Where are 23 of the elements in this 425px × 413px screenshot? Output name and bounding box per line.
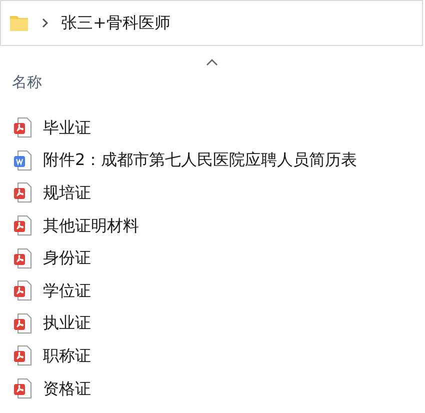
pdf-file-icon bbox=[13, 345, 33, 368]
pdf-file-icon bbox=[13, 280, 33, 302]
pdf-file-icon bbox=[13, 248, 33, 270]
pdf-file-icon bbox=[13, 117, 33, 140]
file-name[interactable]: 附件2：成都市第七人民医院应聘人员简历表 bbox=[43, 150, 358, 172]
file-name[interactable]: 其他证明材料 bbox=[43, 216, 139, 237]
folder-path[interactable]: 张三+骨科医师 bbox=[61, 12, 170, 34]
address-bar[interactable]: 张三+骨科医师 bbox=[0, 0, 423, 46]
file-name[interactable]: 职称证 bbox=[43, 346, 91, 367]
file-name[interactable]: 毕业证 bbox=[43, 118, 91, 139]
pdf-file-icon bbox=[13, 312, 33, 335]
pdf-file-icon bbox=[13, 215, 33, 238]
chevron-icon[interactable] bbox=[41, 18, 49, 28]
file-name[interactable]: 资格证 bbox=[43, 378, 91, 400]
pdf-file-icon bbox=[13, 182, 33, 204]
file-name[interactable]: 学位证 bbox=[43, 280, 91, 302]
folder-icon bbox=[9, 13, 29, 33]
file-name[interactable]: 执业证 bbox=[43, 313, 91, 334]
file-name[interactable]: 身份证 bbox=[43, 248, 91, 270]
name-column-header[interactable]: 名称 bbox=[12, 73, 42, 92]
pdf-file-icon bbox=[13, 378, 33, 400]
file-name[interactable]: 规培证 bbox=[43, 182, 91, 204]
word-file-icon bbox=[13, 150, 33, 172]
